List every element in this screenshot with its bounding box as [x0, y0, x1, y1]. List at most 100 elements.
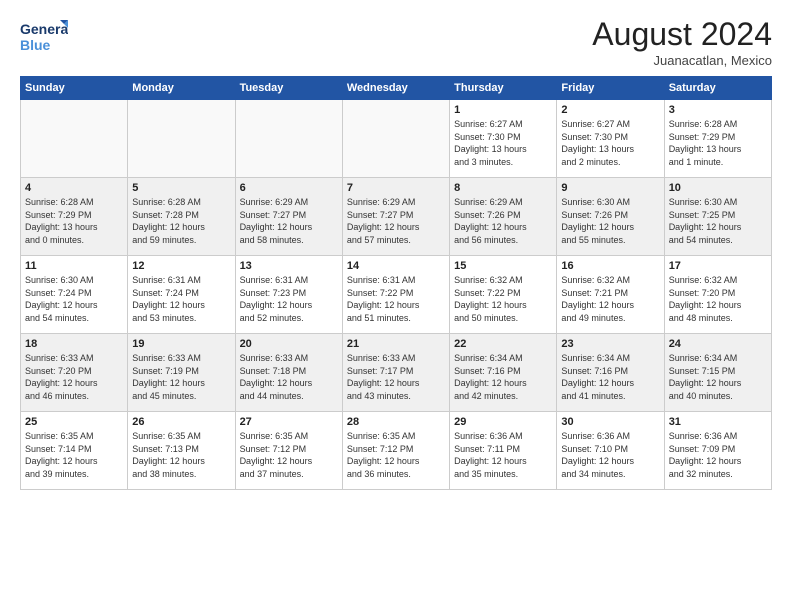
day-info: Sunrise: 6:30 AM Sunset: 7:26 PM Dayligh… [561, 196, 659, 246]
calendar-cell: 2 Sunrise: 6:27 AM Sunset: 7:30 PM Daylig… [557, 100, 664, 178]
title-block: August 2024 Juanacatlan, Mexico [592, 16, 772, 68]
calendar-cell: 18 Sunrise: 6:33 AM Sunset: 7:20 PM Dayli… [21, 334, 128, 412]
calendar-cell: 22 Sunrise: 6:34 AM Sunset: 7:16 PM Dayli… [450, 334, 557, 412]
day-number: 5 [132, 182, 230, 194]
month-year: August 2024 [592, 16, 772, 53]
calendar-cell: 30 Sunrise: 6:36 AM Sunset: 7:10 PM Dayli… [557, 412, 664, 490]
day-number: 6 [240, 182, 338, 194]
day-info: Sunrise: 6:32 AM Sunset: 7:21 PM Dayligh… [561, 274, 659, 324]
calendar-cell: 19Sunrise: 6:33 AM Sunset: 7:19 PM Dayli… [128, 334, 235, 412]
calendar-cell: 26 Sunrise: 6:35 AM Sunset: 7:13 PM Dayli… [128, 412, 235, 490]
day-info: Sunrise: 6:29 AM Sunset: 7:26 PM Dayligh… [454, 196, 552, 246]
weekday-header: Wednesday [342, 77, 449, 100]
location: Juanacatlan, Mexico [592, 53, 772, 68]
day-info: Sunrise: 6:35 AM Sunset: 7:13 PM Dayligh… [132, 430, 230, 480]
day-number: 26 [132, 416, 230, 428]
calendar-week-row: 18 Sunrise: 6:33 AM Sunset: 7:20 PM Dayli… [21, 334, 772, 412]
day-info: Sunrise: 6:28 AM Sunset: 7:28 PM Dayligh… [132, 196, 230, 246]
day-info: Sunrise: 6:30 AM Sunset: 7:25 PM Dayligh… [669, 196, 767, 246]
calendar-cell [342, 100, 449, 178]
calendar-cell: 29Sunrise: 6:36 AM Sunset: 7:11 PM Dayli… [450, 412, 557, 490]
calendar-week-row: 11Sunrise: 6:30 AM Sunset: 7:24 PM Dayli… [21, 256, 772, 334]
day-number: 1 [454, 104, 552, 116]
day-number: 27 [240, 416, 338, 428]
day-number: 10 [669, 182, 767, 194]
calendar-week-row: 1 Sunrise: 6:27 AM Sunset: 7:30 PM Daylig… [21, 100, 772, 178]
weekday-header: Tuesday [235, 77, 342, 100]
day-info: Sunrise: 6:31 AM Sunset: 7:23 PM Dayligh… [240, 274, 338, 324]
day-info: Sunrise: 6:32 AM Sunset: 7:22 PM Dayligh… [454, 274, 552, 324]
calendar-cell: 25 Sunrise: 6:35 AM Sunset: 7:14 PM Dayli… [21, 412, 128, 490]
day-number: 17 [669, 260, 767, 272]
day-info: Sunrise: 6:28 AM Sunset: 7:29 PM Dayligh… [25, 196, 123, 246]
calendar-cell: 24Sunrise: 6:34 AM Sunset: 7:15 PM Dayli… [664, 334, 771, 412]
day-number: 20 [240, 338, 338, 350]
logo-icon: General Blue [20, 16, 68, 56]
calendar-cell: 23 Sunrise: 6:34 AM Sunset: 7:16 PM Dayli… [557, 334, 664, 412]
calendar-cell: 31 Sunrise: 6:36 AM Sunset: 7:09 PM Dayli… [664, 412, 771, 490]
calendar-cell: 27 Sunrise: 6:35 AM Sunset: 7:12 PM Dayli… [235, 412, 342, 490]
day-info: Sunrise: 6:36 AM Sunset: 7:09 PM Dayligh… [669, 430, 767, 480]
day-info: Sunrise: 6:33 AM Sunset: 7:18 PM Dayligh… [240, 352, 338, 402]
day-number: 3 [669, 104, 767, 116]
calendar-cell: 12Sunrise: 6:31 AM Sunset: 7:24 PM Dayli… [128, 256, 235, 334]
calendar-week-row: 4Sunrise: 6:28 AM Sunset: 7:29 PM Daylig… [21, 178, 772, 256]
calendar-cell: 4Sunrise: 6:28 AM Sunset: 7:29 PM Daylig… [21, 178, 128, 256]
day-number: 23 [561, 338, 659, 350]
day-info: Sunrise: 6:33 AM Sunset: 7:20 PM Dayligh… [25, 352, 123, 402]
logo: General Blue [20, 16, 68, 61]
weekday-header: Saturday [664, 77, 771, 100]
day-info: Sunrise: 6:28 AM Sunset: 7:29 PM Dayligh… [669, 118, 767, 168]
calendar-cell: 3 Sunrise: 6:28 AM Sunset: 7:29 PM Daylig… [664, 100, 771, 178]
calendar-cell: 6 Sunrise: 6:29 AM Sunset: 7:27 PM Daylig… [235, 178, 342, 256]
day-number: 7 [347, 182, 445, 194]
calendar-cell: 5 Sunrise: 6:28 AM Sunset: 7:28 PM Daylig… [128, 178, 235, 256]
calendar-cell: 11Sunrise: 6:30 AM Sunset: 7:24 PM Dayli… [21, 256, 128, 334]
calendar-cell: 7Sunrise: 6:29 AM Sunset: 7:27 PM Daylig… [342, 178, 449, 256]
calendar-cell: 14Sunrise: 6:31 AM Sunset: 7:22 PM Dayli… [342, 256, 449, 334]
calendar-cell: 21 Sunrise: 6:33 AM Sunset: 7:17 PM Dayli… [342, 334, 449, 412]
day-number: 8 [454, 182, 552, 194]
day-info: Sunrise: 6:27 AM Sunset: 7:30 PM Dayligh… [561, 118, 659, 168]
day-number: 16 [561, 260, 659, 272]
day-number: 28 [347, 416, 445, 428]
calendar-cell: 13 Sunrise: 6:31 AM Sunset: 7:23 PM Dayli… [235, 256, 342, 334]
day-info: Sunrise: 6:35 AM Sunset: 7:12 PM Dayligh… [347, 430, 445, 480]
svg-text:General: General [20, 21, 68, 37]
calendar-cell: 28 Sunrise: 6:35 AM Sunset: 7:12 PM Dayli… [342, 412, 449, 490]
day-number: 18 [25, 338, 123, 350]
day-number: 25 [25, 416, 123, 428]
day-number: 22 [454, 338, 552, 350]
day-number: 21 [347, 338, 445, 350]
day-info: Sunrise: 6:29 AM Sunset: 7:27 PM Dayligh… [240, 196, 338, 246]
day-number: 9 [561, 182, 659, 194]
calendar-cell [235, 100, 342, 178]
day-info: Sunrise: 6:31 AM Sunset: 7:22 PM Dayligh… [347, 274, 445, 324]
calendar-cell [21, 100, 128, 178]
day-info: Sunrise: 6:34 AM Sunset: 7:15 PM Dayligh… [669, 352, 767, 402]
day-number: 30 [561, 416, 659, 428]
weekday-header: Monday [128, 77, 235, 100]
weekday-header: Thursday [450, 77, 557, 100]
day-info: Sunrise: 6:27 AM Sunset: 7:30 PM Dayligh… [454, 118, 552, 168]
day-number: 29 [454, 416, 552, 428]
day-info: Sunrise: 6:34 AM Sunset: 7:16 PM Dayligh… [561, 352, 659, 402]
day-info: Sunrise: 6:34 AM Sunset: 7:16 PM Dayligh… [454, 352, 552, 402]
day-number: 2 [561, 104, 659, 116]
day-number: 31 [669, 416, 767, 428]
calendar-cell: 9 Sunrise: 6:30 AM Sunset: 7:26 PM Daylig… [557, 178, 664, 256]
calendar-cell: 15Sunrise: 6:32 AM Sunset: 7:22 PM Dayli… [450, 256, 557, 334]
day-info: Sunrise: 6:36 AM Sunset: 7:10 PM Dayligh… [561, 430, 659, 480]
day-number: 13 [240, 260, 338, 272]
day-info: Sunrise: 6:35 AM Sunset: 7:14 PM Dayligh… [25, 430, 123, 480]
day-info: Sunrise: 6:33 AM Sunset: 7:19 PM Dayligh… [132, 352, 230, 402]
calendar-week-row: 25 Sunrise: 6:35 AM Sunset: 7:14 PM Dayli… [21, 412, 772, 490]
calendar-cell: 16 Sunrise: 6:32 AM Sunset: 7:21 PM Dayli… [557, 256, 664, 334]
day-number: 11 [25, 260, 123, 272]
calendar-cell: 1 Sunrise: 6:27 AM Sunset: 7:30 PM Daylig… [450, 100, 557, 178]
calendar-cell: 20 Sunrise: 6:33 AM Sunset: 7:18 PM Dayli… [235, 334, 342, 412]
page: General Blue August 2024 Juanacatlan, Me… [0, 0, 792, 612]
day-info: Sunrise: 6:33 AM Sunset: 7:17 PM Dayligh… [347, 352, 445, 402]
day-info: Sunrise: 6:35 AM Sunset: 7:12 PM Dayligh… [240, 430, 338, 480]
header: General Blue August 2024 Juanacatlan, Me… [20, 16, 772, 68]
